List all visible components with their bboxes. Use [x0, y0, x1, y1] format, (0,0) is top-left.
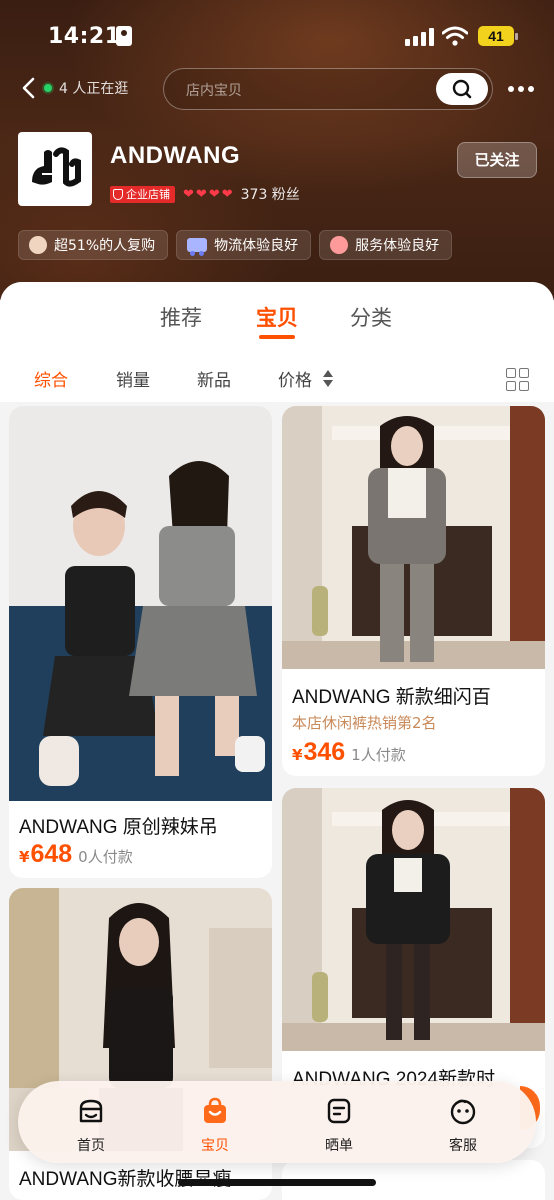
sort-bar: 综合 销量 新品 价格 [0, 366, 554, 396]
product-card[interactable]: ANDWANG 原创辣妹吊 ¥ 648 0人付款 [9, 406, 272, 878]
review-icon [327, 1098, 351, 1124]
shop-search-input[interactable]: 店内宝贝 [163, 68, 493, 110]
home-indicator [178, 1179, 376, 1186]
product-rank-tag: 本店休闲裤热销第2名 [292, 714, 437, 732]
sort-new[interactable]: 新品 [197, 366, 231, 391]
follow-button[interactable]: 已关注 [457, 142, 537, 178]
shop-meta: 企业店铺 ❤ ❤ ❤ ❤ 373 粉丝 [110, 184, 300, 204]
product-price: 346 [303, 738, 346, 766]
battery-indicator: 41 [478, 26, 518, 46]
truck-icon [187, 238, 208, 256]
chip-service[interactable]: 服务体验良好 [319, 230, 453, 260]
product-image [9, 406, 272, 801]
chip-repurchase[interactable]: 超51%的人复购 [18, 230, 169, 260]
signal-icon [405, 28, 435, 46]
tabbar-products[interactable]: 宝贝 [170, 1081, 260, 1163]
chip-label: 超51%的人复购 [54, 238, 156, 254]
product-card[interactable]: ANDWANG 新款细闪百 本店休闲裤热销第2名 ¥ 346 1人付款 [282, 406, 545, 776]
more-menu-icon[interactable] [508, 86, 534, 92]
tabbar-label: 宝贝 [201, 1138, 229, 1154]
online-dot-icon [44, 84, 52, 92]
shield-icon [113, 188, 123, 200]
sort-arrows-icon [322, 370, 334, 388]
tabbar-label: 首页 [77, 1138, 105, 1154]
tab-recommend[interactable]: 推荐 [160, 302, 202, 332]
tabbar-reviews[interactable]: 晒单 [294, 1081, 384, 1163]
status-bar: 14:21 41 [0, 0, 554, 70]
shop-icon [79, 1099, 103, 1123]
heart-icon: ❤ [221, 186, 233, 202]
chip-label: 物流体验良好 [214, 238, 299, 254]
search-icon [452, 79, 472, 99]
fans-count: 373 粉丝 [240, 187, 300, 203]
user-icon [29, 236, 47, 254]
sort-sales[interactable]: 销量 [116, 366, 150, 391]
id-card-icon [116, 26, 132, 46]
tabbar-label: 晒单 [325, 1138, 353, 1154]
product-title: ANDWANG新款收腰显瘦 [19, 1169, 232, 1190]
search-button[interactable] [436, 73, 488, 105]
headset-icon [330, 236, 349, 254]
shop-header: 14:21 41 4 人正在逛 店内宝贝 ANDWANG 企业店铺 ❤ ❤ ❤ … [0, 0, 554, 300]
sort-price[interactable]: 价格 [278, 366, 312, 391]
product-title: ANDWANG 新款细闪百 [292, 687, 491, 708]
tabbar-label: 客服 [449, 1138, 477, 1154]
back-arrow-icon[interactable] [18, 76, 42, 100]
product-image [282, 788, 545, 1051]
enterprise-badge-label: 企业店铺 [126, 188, 170, 201]
currency-symbol: ¥ [292, 746, 303, 764]
search-placeholder: 店内宝贝 [186, 83, 242, 99]
product-price-row: ¥ 648 0人付款 [19, 840, 133, 869]
bottom-tab-bar: 首页 宝贝 晒单 客服 [18, 1081, 536, 1163]
product-content: 推荐 宝贝 分类 综合 销量 新品 价格 ANDWANG 原创辣妹吊 ¥ 648… [0, 282, 554, 1200]
enterprise-shop-badge: 企业店铺 [110, 185, 175, 203]
online-visitors-text: 4 人正在逛 [59, 81, 129, 97]
shop-info: ANDWANG 企业店铺 ❤ ❤ ❤ ❤ 373 粉丝 已关注 [0, 132, 554, 212]
heart-icon: ❤ [208, 186, 220, 202]
service-icon [450, 1099, 476, 1125]
shop-logo[interactable] [18, 132, 92, 206]
product-image [282, 406, 545, 669]
tabbar-home[interactable]: 首页 [46, 1081, 136, 1163]
grid-view-icon[interactable] [506, 368, 530, 392]
tab-category[interactable]: 分类 [350, 302, 392, 332]
heart-icon: ❤ [183, 186, 194, 202]
tabbar-service[interactable]: 客服 [418, 1081, 508, 1163]
chip-label: 服务体验良好 [355, 238, 440, 254]
currency-symbol: ¥ [19, 848, 30, 866]
sort-comprehensive[interactable]: 综合 [34, 366, 68, 391]
shop-name: ANDWANG [110, 142, 241, 169]
online-visitors: 4 人正在逛 [44, 77, 128, 99]
wifi-icon [442, 26, 468, 46]
bag-icon [204, 1097, 226, 1123]
status-time: 14:21 [48, 24, 121, 49]
chip-logistics[interactable]: 物流体验良好 [176, 230, 312, 260]
shop-highlight-chips: 超51%的人复购 物流体验良好 服务体验良好 [18, 230, 453, 260]
top-nav: 4 人正在逛 店内宝贝 [0, 66, 554, 112]
heart-icon: ❤ [195, 186, 207, 202]
product-title: ANDWANG 原创辣妹吊 [19, 817, 218, 838]
active-tab-indicator [259, 335, 295, 339]
product-paid-count: 0人付款 [78, 848, 133, 866]
brand-logo-icon [32, 147, 81, 187]
tab-products[interactable]: 宝贝 [256, 302, 298, 332]
product-paid-count: 1人付款 [351, 746, 406, 764]
product-price: 648 [30, 840, 73, 868]
product-price-row: ¥ 346 1人付款 [292, 738, 406, 767]
content-header: 推荐 宝贝 分类 综合 销量 新品 价格 [0, 282, 554, 402]
shop-rating-hearts: ❤ ❤ ❤ ❤ [183, 188, 233, 201]
